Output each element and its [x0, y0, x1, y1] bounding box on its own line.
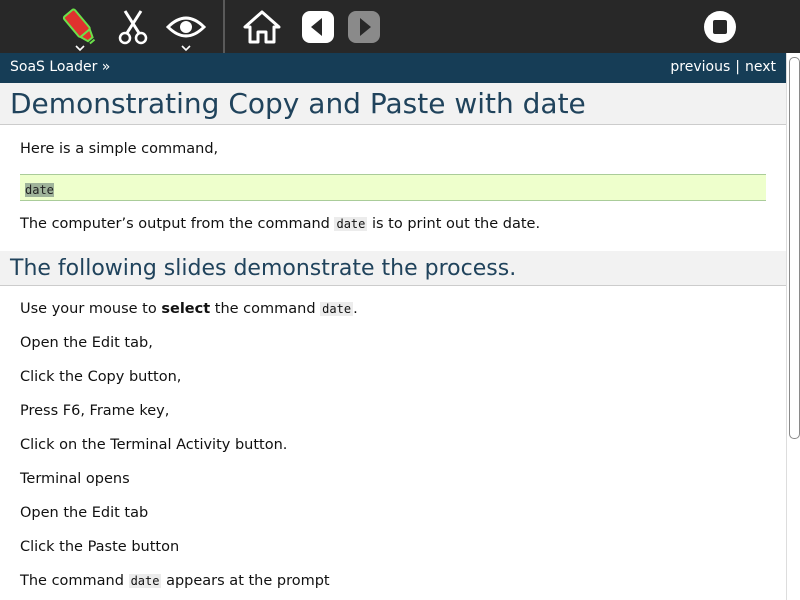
step-item: Press F6, Frame key,	[20, 403, 170, 419]
navigation-bar: SoaS Loader » previous | next	[0, 53, 786, 83]
chevron-down-icon[interactable]	[74, 44, 86, 52]
vertical-scrollbar[interactable]	[786, 53, 800, 600]
intro-text: Here is a simple command,	[20, 141, 219, 157]
inline-code: date	[128, 574, 162, 588]
step-item: Open the Edit tab,	[20, 335, 153, 351]
back-icon[interactable]	[298, 0, 338, 53]
toolbar-separator	[223, 0, 225, 53]
step-text: .	[353, 301, 358, 317]
step-item: Terminal opens	[20, 471, 130, 487]
document-content: Demonstrating Copy and Paste with date H…	[0, 83, 786, 600]
forward-icon[interactable]	[344, 0, 384, 53]
step-result: The command date appears at the prompt	[0, 571, 786, 591]
output-text-before: The computer’s output from the command	[20, 216, 335, 232]
step-select: Use your mouse to select the command dat…	[0, 299, 786, 319]
pager-separator: |	[735, 59, 740, 75]
scrollbar-thumb[interactable]	[789, 57, 800, 439]
code-block-text[interactable]: date	[25, 183, 54, 197]
activity-toolbar	[0, 0, 800, 53]
step-text: The command	[20, 573, 129, 589]
chevron-down-icon[interactable]	[180, 44, 192, 52]
eye-icon[interactable]	[162, 0, 210, 53]
scissors-icon[interactable]	[110, 0, 156, 53]
section-heading: The following slides demonstrate the pro…	[0, 251, 786, 286]
step-text: appears at the prompt	[161, 573, 330, 589]
home-icon[interactable]	[240, 0, 284, 53]
breadcrumb[interactable]: SoaS Loader »	[10, 59, 110, 75]
pager: previous | next	[670, 59, 776, 75]
step-bold-text: select	[161, 301, 211, 317]
code-block: date	[20, 174, 766, 201]
step-text: the command	[210, 301, 321, 317]
output-text-after: is to print out the date.	[367, 216, 541, 232]
output-text: The computer’s output from the command d…	[0, 214, 786, 234]
step-text: Use your mouse to	[20, 301, 162, 317]
step-item: Open the Edit tab	[20, 505, 149, 521]
next-link[interactable]: next	[745, 59, 776, 75]
previous-link[interactable]: previous	[670, 59, 730, 75]
stop-icon[interactable]	[698, 0, 742, 53]
marker-icon[interactable]	[56, 0, 104, 53]
step-item: Click on the Terminal Activity button.	[20, 437, 288, 453]
step-item: Click the Copy button,	[20, 369, 182, 385]
step-item: Click the Paste button	[20, 539, 180, 555]
inline-code: date	[334, 217, 368, 231]
page-title: Demonstrating Copy and Paste with date	[0, 83, 786, 125]
inline-code: date	[320, 302, 354, 316]
